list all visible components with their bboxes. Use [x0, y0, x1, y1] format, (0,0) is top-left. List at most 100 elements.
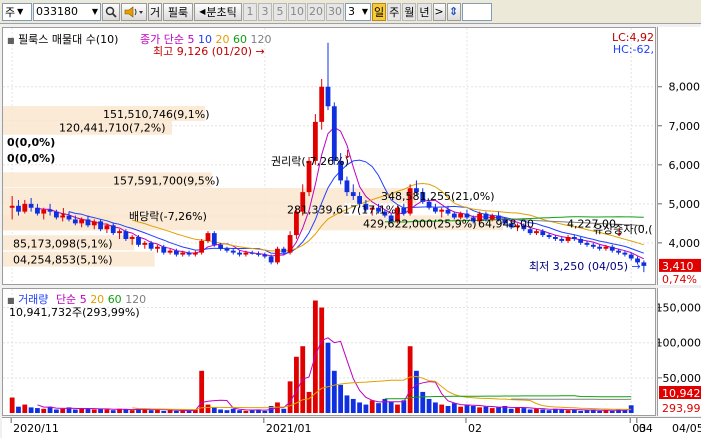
- period-3[interactable]: 3: [258, 2, 272, 21]
- tab-day-label: 일: [374, 5, 385, 19]
- candle-body: [104, 225, 110, 230]
- volume-bar: [584, 410, 590, 413]
- arrow-right-icon: →: [255, 45, 265, 58]
- chevron-down-icon: ▼: [17, 7, 24, 16]
- cursor-button[interactable]: 거: [148, 2, 162, 21]
- period-1-label: 1: [246, 5, 254, 18]
- candle-body: [622, 252, 628, 255]
- low-label: 최저 3,250 (04/05): [529, 260, 629, 273]
- next-button[interactable]: >: [432, 2, 446, 21]
- triangle-left-icon: ◀: [199, 7, 206, 16]
- candle-body: [192, 252, 198, 255]
- toolbar: 주 ▼ 033180 ▼ 거 필룩 ◀ 분초틱 1 3 5 10 20 30 3 ▼ 일…: [0, 0, 701, 24]
- volume-profile-label: 85,173,098(5,1%): [13, 237, 113, 250]
- volume-bar: [161, 410, 167, 413]
- search-button[interactable]: [102, 2, 120, 21]
- volume-bar: [16, 406, 21, 413]
- volume-bar: [35, 408, 40, 413]
- volume-info: 10,941,732주(293,99%): [9, 306, 140, 319]
- count-input[interactable]: 3 ▼: [345, 2, 371, 21]
- stock-code-input[interactable]: 033180 ▼: [33, 2, 101, 21]
- candle-body: [16, 205, 21, 212]
- cursor-label: 거: [149, 5, 161, 19]
- volume-tick-label: 150,000: [658, 302, 701, 315]
- volume-bar: [294, 356, 299, 413]
- price-tick-label: 7,000: [669, 120, 701, 133]
- price-tick-label: 4,000: [669, 237, 701, 250]
- filter-label: 필룩: [167, 5, 189, 19]
- candle-body: [571, 237, 577, 239]
- volume-bar: [72, 409, 78, 413]
- candle-body: [439, 209, 445, 212]
- candle-body: [85, 219, 91, 226]
- period-10-label: 10: [290, 5, 304, 18]
- volume-bar: [578, 410, 584, 413]
- candle-body: [79, 219, 85, 224]
- volume-bar: [369, 400, 375, 413]
- tab-month[interactable]: 월: [402, 2, 417, 21]
- price-legend-title: 필룩스 매물대 수(10): [18, 33, 119, 46]
- period-30[interactable]: 30: [326, 2, 344, 21]
- candle-body: [243, 252, 249, 255]
- tab-day[interactable]: 일: [372, 2, 387, 21]
- high-label: 최고 9,126 (01/20): [153, 45, 253, 58]
- candle-body: [205, 233, 211, 241]
- candle-body: [256, 253, 261, 255]
- volume-chart-pane[interactable]: ■ 거래량 단순 5 20 60 120 10,941,732주(293,99%…: [2, 288, 656, 416]
- period-5[interactable]: 5: [273, 2, 287, 21]
- volume-bar: [338, 384, 344, 413]
- volume-bar: [464, 404, 470, 413]
- low-annotation: 최저 3,250 (04/05) →: [529, 258, 641, 274]
- volume-bar: [104, 409, 110, 413]
- volume-bar: [281, 408, 287, 413]
- candle-body: [641, 262, 647, 266]
- candle-body: [129, 237, 135, 239]
- volume-bar: [249, 410, 255, 413]
- candle-body: [350, 192, 356, 197]
- volume-bar: [565, 410, 571, 413]
- candle-body: [230, 250, 236, 253]
- volume-bar: [41, 408, 47, 413]
- candle-body: [603, 246, 609, 249]
- volume-profile-label: 281,339,617(17,1%): [287, 204, 401, 217]
- volume-bar: [559, 409, 565, 413]
- volume-bar: [344, 395, 350, 413]
- volume-bar: [350, 398, 356, 413]
- period-button[interactable]: ◀ 분초틱: [194, 2, 242, 21]
- tab-year[interactable]: 년: [417, 2, 432, 21]
- updown-button[interactable]: ⇕: [446, 2, 461, 21]
- updown-icon: ⇕: [448, 5, 459, 18]
- candle-body: [186, 252, 192, 255]
- hc-label: HC:-62,: [612, 43, 654, 56]
- candle-body: [224, 248, 230, 251]
- volume-bar: [230, 408, 236, 413]
- period-20[interactable]: 20: [307, 2, 325, 21]
- volume-bar: [451, 403, 457, 413]
- tab-week[interactable]: 주: [387, 2, 402, 21]
- market-value: 주: [5, 5, 16, 19]
- period-1[interactable]: 1: [243, 2, 257, 21]
- volume-bar: [445, 405, 451, 413]
- extra-input[interactable]: [461, 2, 492, 21]
- candle-body: [268, 256, 274, 263]
- tab-month-label: 월: [404, 5, 415, 19]
- period-30-label: 30: [328, 5, 342, 18]
- volume-bar: [167, 410, 173, 413]
- volume-axis-svg: 150,000 100,000 50,000 10,942 293,99: [656, 302, 701, 415]
- period-10[interactable]: 10: [288, 2, 306, 21]
- sound-button[interactable]: [121, 2, 147, 21]
- candle-body: [445, 209, 451, 214]
- candle-body: [167, 250, 173, 253]
- price-chart-pane[interactable]: 151,510,746(9,1%) 120,441,710(7,2%) 157,59…: [2, 27, 656, 285]
- candle-body: [565, 237, 571, 241]
- market-select[interactable]: 주 ▼: [2, 2, 32, 21]
- volume-bar: [432, 402, 438, 413]
- volume-bar: [173, 410, 179, 413]
- filter-button[interactable]: 필룩: [163, 2, 193, 21]
- date-label: 04: [639, 422, 653, 435]
- high-annotation: 최고 9,126 (01/20) →: [153, 43, 265, 59]
- current-price-label: 3,410: [662, 260, 694, 273]
- volume-axis: 150,000 100,000 50,000 10,942 293,99: [656, 288, 701, 416]
- candle-body: [616, 250, 621, 253]
- volume-bar: [395, 404, 400, 413]
